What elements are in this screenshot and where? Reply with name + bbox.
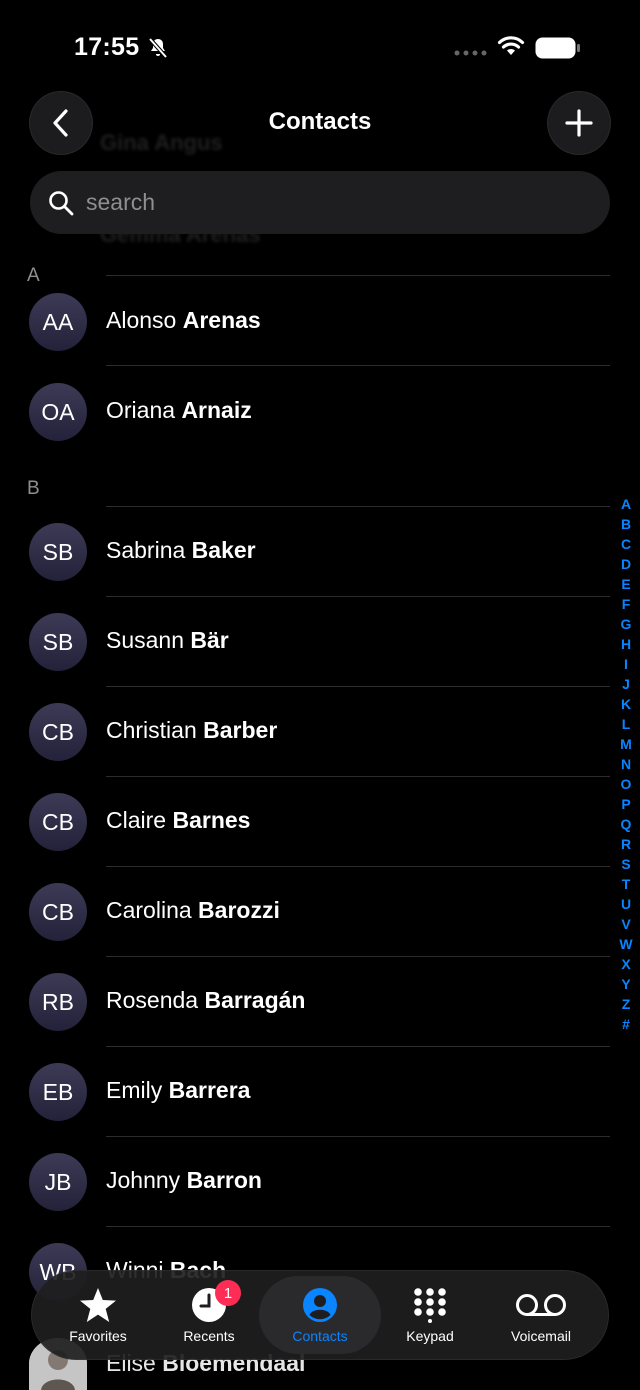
page-title: Contacts <box>268 108 372 135</box>
avatar: EB <box>29 1063 87 1121</box>
index-letter[interactable]: C <box>621 534 631 554</box>
index-letter[interactable]: J <box>622 674 630 694</box>
contact-row[interactable]: RB Rosenda Barragán <box>0 957 612 1047</box>
index-letter[interactable]: S <box>621 854 630 874</box>
index-letter[interactable]: B <box>621 514 631 534</box>
contact-row[interactable]: CB Christian Barber <box>0 687 612 777</box>
signal-dots-icon <box>454 50 487 56</box>
index-letter[interactable]: R <box>621 834 631 854</box>
contact-row[interactable]: SB Sabrina Baker <box>0 507 612 597</box>
search-input[interactable] <box>86 189 566 216</box>
index-letter[interactable]: I <box>624 654 628 674</box>
battery-icon <box>535 37 580 59</box>
voicemail-icon <box>516 1294 566 1316</box>
index-letter[interactable]: H <box>621 634 631 654</box>
tab-label: Favorites <box>69 1328 127 1344</box>
index-letter[interactable]: W <box>619 934 632 954</box>
tab-contacts[interactable]: Contacts <box>259 1276 381 1354</box>
index-letter[interactable]: Q <box>621 814 632 834</box>
contact-row[interactable]: AA Alonso Arenas <box>0 277 612 367</box>
index-letter[interactable]: T <box>622 874 631 894</box>
person-circle-icon <box>303 1288 337 1322</box>
contact-name: Claire Barnes <box>106 807 251 833</box>
status-time: 17:55 <box>74 33 140 61</box>
contact-row[interactable]: EB Emily Barrera <box>0 1047 612 1137</box>
contact-row[interactable]: JB Johnny Barron <box>0 1137 612 1227</box>
avatar: AA <box>29 293 87 351</box>
tab-label: Contacts <box>292 1328 348 1344</box>
index-letter[interactable]: M <box>620 734 632 754</box>
tab-bar: Favorites 1 Recents Contacts Keypad Voic… <box>31 1270 609 1360</box>
add-contact-button[interactable] <box>547 91 611 155</box>
avatar: OA <box>29 383 87 441</box>
index-letter[interactable]: F <box>622 594 631 614</box>
star-icon <box>80 1288 116 1322</box>
notification-badge: 1 <box>215 1280 241 1306</box>
contact-row[interactable]: OA Oriana Arnaiz <box>0 367 612 457</box>
avatar: CB <box>29 703 87 761</box>
index-letter[interactable]: # <box>622 1014 630 1034</box>
separator <box>106 365 610 366</box>
index-letter[interactable]: O <box>621 774 632 794</box>
plus-icon <box>565 109 593 137</box>
separator <box>106 275 610 276</box>
tab-label: Voicemail <box>511 1328 571 1344</box>
bell-slash-icon <box>148 37 168 59</box>
contact-name: Johnny Barron <box>106 1167 262 1193</box>
avatar: SB <box>29 523 87 581</box>
search-icon <box>49 190 74 215</box>
keypad-icon <box>414 1288 446 1323</box>
contact-name: Sabrina Baker <box>106 537 256 563</box>
index-letter[interactable]: P <box>621 794 630 814</box>
index-letter[interactable]: V <box>621 914 630 934</box>
tab-favorites[interactable]: Favorites <box>42 1276 154 1354</box>
avatar: JB <box>29 1153 87 1211</box>
index-letter[interactable]: Z <box>622 994 631 1014</box>
contact-name: Oriana Arnaiz <box>106 397 252 423</box>
index-letter[interactable]: L <box>622 714 631 734</box>
contact-name: Alonso Arenas <box>106 307 261 333</box>
index-letter[interactable]: N <box>621 754 631 774</box>
contact-row[interactable]: SB Susann Bär <box>0 597 612 687</box>
wifi-icon <box>497 36 525 55</box>
avatar: SB <box>29 613 87 671</box>
contact-name: Christian Barber <box>106 717 278 743</box>
index-letter[interactable]: A <box>621 494 631 514</box>
search-bar[interactable] <box>30 171 610 234</box>
tab-voicemail[interactable]: Voicemail <box>485 1276 597 1354</box>
avatar: CB <box>29 793 87 851</box>
tab-label: Recents <box>183 1328 235 1344</box>
tab-recents[interactable]: 1 Recents <box>153 1276 265 1354</box>
tab-keypad[interactable]: Keypad <box>374 1276 486 1354</box>
contact-name: Carolina Barozzi <box>106 897 280 923</box>
avatar: RB <box>29 973 87 1031</box>
section-header-b: B <box>27 478 40 499</box>
contact-row[interactable]: CB Claire Barnes <box>0 777 612 867</box>
contact-name: Susann Bär <box>106 627 229 653</box>
contact-row[interactable]: CB Carolina Barozzi <box>0 867 612 957</box>
index-letter[interactable]: X <box>621 954 630 974</box>
index-letter[interactable]: K <box>621 694 631 714</box>
index-letter[interactable]: U <box>621 894 631 914</box>
status-bar: 17:55 <box>0 0 640 90</box>
index-letter[interactable]: G <box>621 614 632 634</box>
avatar: CB <box>29 883 87 941</box>
index-letter[interactable]: D <box>621 554 631 574</box>
contact-name: Rosenda Barragán <box>106 987 306 1013</box>
index-letter[interactable]: Y <box>621 974 630 994</box>
alphabet-index[interactable]: A B C D E F G H I J K L M N O P Q R S T … <box>618 494 634 1034</box>
tab-label: Keypad <box>406 1328 454 1344</box>
contact-name: Emily Barrera <box>106 1077 251 1103</box>
index-letter[interactable]: E <box>621 574 630 594</box>
